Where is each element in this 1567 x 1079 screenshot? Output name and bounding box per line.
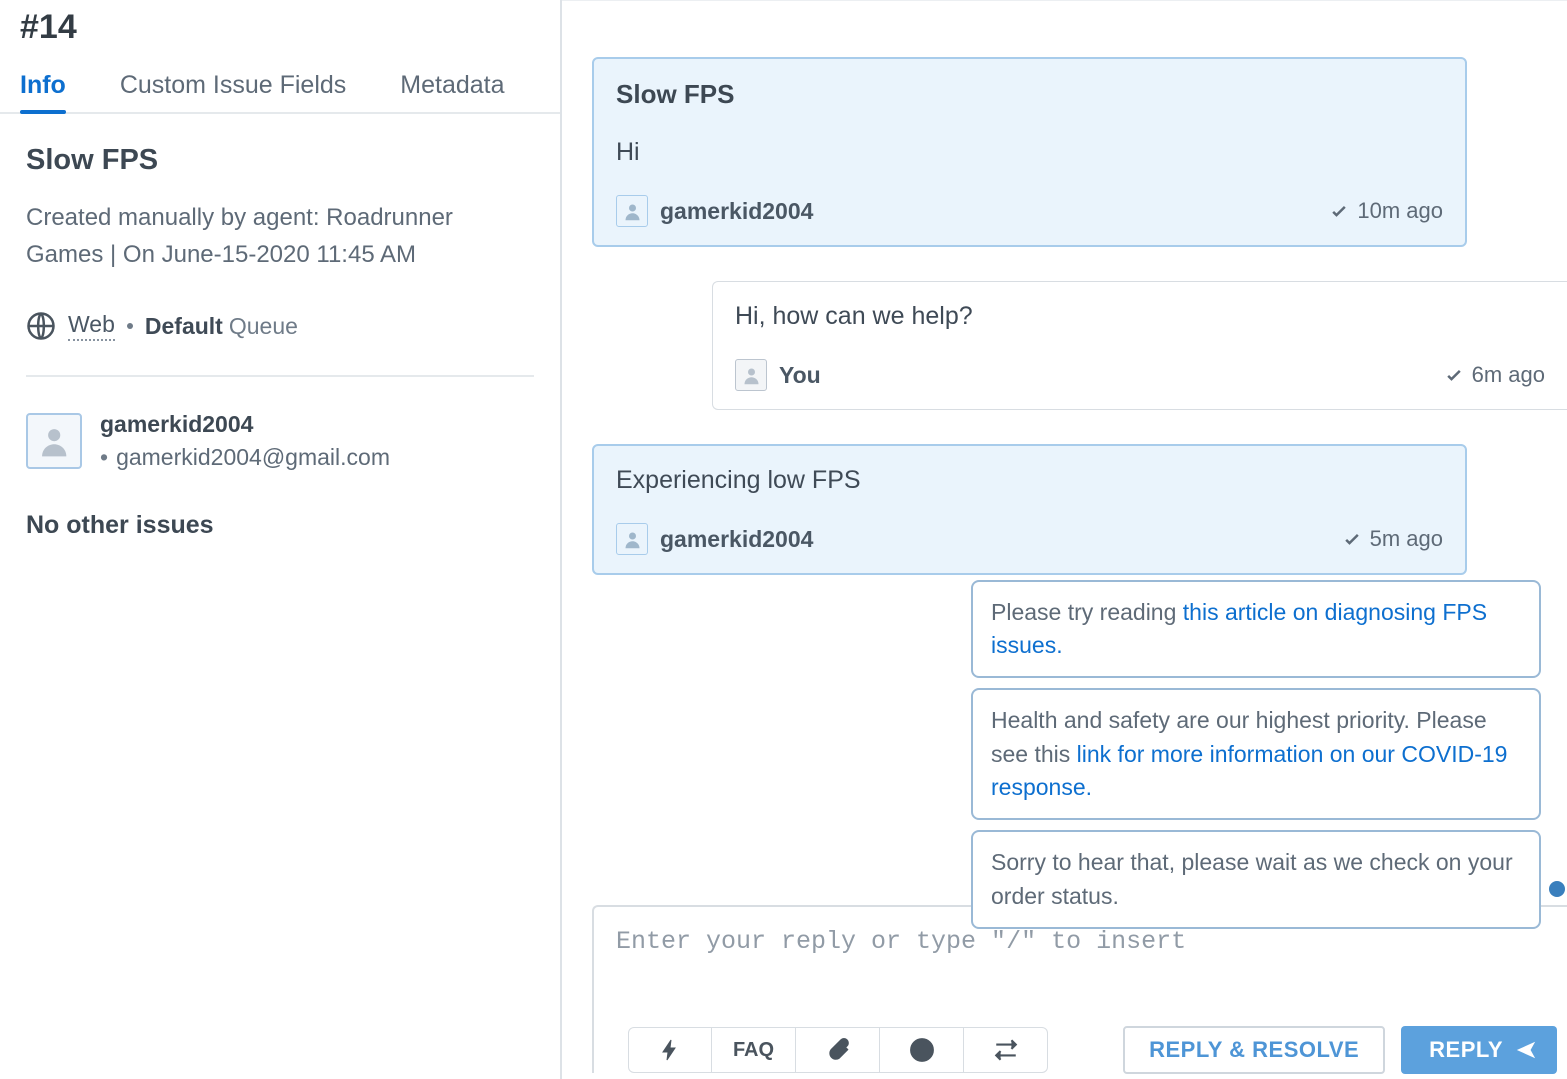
reply-toolbar: FAQ REPLY & RESOLVE REPLY xyxy=(622,1021,1567,1079)
info-panel: Slow FPS Created manually by agent: Road… xyxy=(0,114,560,570)
reply-suggestions: Please try reading this article on diagn… xyxy=(971,580,1541,929)
message-body: Hi, how can we help? xyxy=(735,302,1545,331)
lightning-icon xyxy=(658,1038,682,1062)
send-icon xyxy=(1515,1039,1537,1061)
suggestion-item[interactable]: Sorry to hear that, please wait as we ch… xyxy=(971,830,1541,929)
customer-block: gamerkid2004 • gamerkid2004@gmail.com xyxy=(26,411,534,471)
emoji-button[interactable] xyxy=(880,1027,964,1073)
message-footer: gamerkid2004 5m ago xyxy=(616,523,1443,555)
reply-button-label: REPLY xyxy=(1429,1037,1503,1063)
customer-meta: gamerkid2004 • gamerkid2004@gmail.com xyxy=(100,411,390,471)
message-body: Hi xyxy=(616,138,1443,167)
message-timestamp: 10m ago xyxy=(1329,198,1443,224)
conversation-panel: Slow FPS Hi gamerkid2004 10m ago xyxy=(562,0,1567,1079)
attachment-button[interactable] xyxy=(796,1027,880,1073)
avatar-icon xyxy=(616,523,648,555)
avatar-icon xyxy=(735,359,767,391)
message-sender: gamerkid2004 xyxy=(660,198,813,225)
suggestion-text: Please try reading xyxy=(991,599,1183,625)
check-icon xyxy=(1329,201,1349,221)
created-by-line: Created manually by agent: Roadrunner Ga… xyxy=(26,199,534,273)
transfer-button[interactable] xyxy=(964,1027,1048,1073)
message-agent[interactable]: Hi, how can we help? You 6m ago xyxy=(712,281,1567,410)
suggestion-item[interactable]: Health and safety are our highest priori… xyxy=(971,688,1541,820)
tab-custom-issue-fields[interactable]: Custom Issue Fields xyxy=(120,59,346,112)
queue-label: DefaultQueue xyxy=(145,313,298,340)
transfer-icon xyxy=(993,1037,1019,1063)
no-other-issues-label: No other issues xyxy=(26,511,534,540)
dot-separator-icon: • xyxy=(100,444,108,470)
customer-email-row: • gamerkid2004@gmail.com xyxy=(100,444,390,471)
suggestion-text: Sorry to hear that, please wait as we ch… xyxy=(991,849,1513,908)
message-sender: gamerkid2004 xyxy=(660,526,813,553)
message-customer[interactable]: Experiencing low FPS gamerkid2004 5m ago xyxy=(592,444,1467,575)
info-tabs: Info Custom Issue Fields Metadata xyxy=(0,59,560,114)
quick-replies-button[interactable] xyxy=(628,1027,712,1073)
paperclip-icon xyxy=(825,1037,851,1063)
messages-list: Slow FPS Hi gamerkid2004 10m ago xyxy=(562,21,1567,649)
dot-separator-icon xyxy=(127,323,133,329)
queue-default: Default xyxy=(145,313,223,339)
message-timestamp: 5m ago xyxy=(1342,526,1443,552)
source-queue-row: Web DefaultQueue xyxy=(26,311,534,377)
message-time: 5m ago xyxy=(1370,526,1443,552)
message-title: Slow FPS xyxy=(616,79,1443,110)
faq-button[interactable]: FAQ xyxy=(712,1027,796,1073)
customer-avatar-icon xyxy=(26,413,82,469)
globe-icon xyxy=(26,311,56,341)
message-customer[interactable]: Slow FPS Hi gamerkid2004 10m ago xyxy=(592,57,1467,247)
message-timestamp: 6m ago xyxy=(1444,362,1545,388)
ticket-id: #14 xyxy=(0,0,560,59)
message-footer: gamerkid2004 10m ago xyxy=(616,195,1443,227)
suggestion-item[interactable]: Please try reading this article on diagn… xyxy=(971,580,1541,679)
avatar-icon xyxy=(616,195,648,227)
message-body: Experiencing low FPS xyxy=(616,466,1443,495)
message-footer: You 6m ago xyxy=(735,359,1545,391)
issue-title: Slow FPS xyxy=(26,144,534,177)
queue-name: Queue xyxy=(229,313,298,339)
reply-and-resolve-button[interactable]: REPLY & RESOLVE xyxy=(1123,1026,1385,1074)
message-time: 10m ago xyxy=(1357,198,1443,224)
customer-name: gamerkid2004 xyxy=(100,411,390,438)
reply-area: FAQ REPLY & RESOLVE REPLY xyxy=(592,905,1567,1079)
new-activity-indicator-icon xyxy=(1549,881,1565,897)
source-web-label[interactable]: Web xyxy=(68,311,115,341)
check-icon xyxy=(1342,529,1362,549)
smile-icon xyxy=(909,1037,935,1063)
ticket-sidebar: #14 Info Custom Issue Fields Metadata Sl… xyxy=(0,0,562,1079)
message-time: 6m ago xyxy=(1472,362,1545,388)
message-sender: You xyxy=(779,362,821,389)
faq-label: FAQ xyxy=(733,1039,774,1062)
tab-metadata[interactable]: Metadata xyxy=(400,59,504,112)
reply-button[interactable]: REPLY xyxy=(1401,1026,1557,1074)
customer-email: gamerkid2004@gmail.com xyxy=(116,444,390,470)
check-icon xyxy=(1444,365,1464,385)
tab-info[interactable]: Info xyxy=(20,59,66,112)
